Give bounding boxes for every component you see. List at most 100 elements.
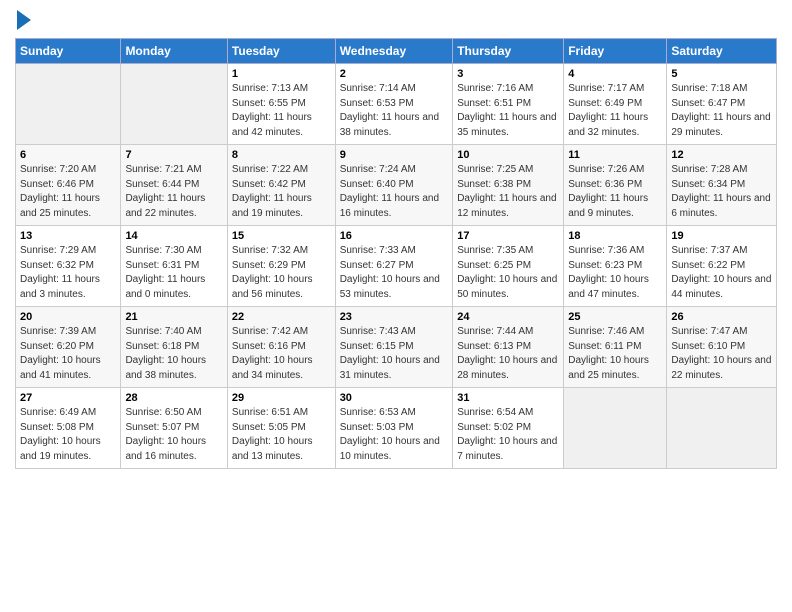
daylight-text: Daylight: 10 hours and 41 minutes.: [20, 354, 116, 383]
day-info: Sunrise: 7:18 AMSunset: 6:47 PMDaylight:…: [671, 82, 772, 140]
day-number: 3: [457, 68, 559, 80]
calendar-cell: 9Sunrise: 7:24 AMSunset: 6:40 PMDaylight…: [335, 145, 453, 226]
sunrise-text: Sunrise: 7:25 AM: [457, 163, 559, 178]
calendar-cell: 2Sunrise: 7:14 AMSunset: 6:53 PMDaylight…: [335, 64, 453, 145]
day-info: Sunrise: 7:28 AMSunset: 6:34 PMDaylight:…: [671, 163, 772, 221]
day-number: 20: [20, 311, 116, 323]
calendar-cell: 25Sunrise: 7:46 AMSunset: 6:11 PMDayligh…: [564, 307, 667, 388]
calendar-cell: 15Sunrise: 7:32 AMSunset: 6:29 PMDayligh…: [227, 226, 335, 307]
calendar-cell: 17Sunrise: 7:35 AMSunset: 6:25 PMDayligh…: [453, 226, 564, 307]
sunrise-text: Sunrise: 7:47 AM: [671, 325, 772, 340]
daylight-text: Daylight: 11 hours and 25 minutes.: [20, 192, 116, 221]
sunset-text: Sunset: 6:34 PM: [671, 178, 772, 193]
day-number: 14: [125, 230, 222, 242]
daylight-text: Daylight: 11 hours and 35 minutes.: [457, 111, 559, 140]
sunset-text: Sunset: 6:15 PM: [340, 340, 449, 355]
day-info: Sunrise: 7:35 AMSunset: 6:25 PMDaylight:…: [457, 244, 559, 302]
daylight-text: Daylight: 10 hours and 44 minutes.: [671, 273, 772, 302]
sunrise-text: Sunrise: 7:20 AM: [20, 163, 116, 178]
day-number: 15: [232, 230, 331, 242]
calendar-cell: 11Sunrise: 7:26 AMSunset: 6:36 PMDayligh…: [564, 145, 667, 226]
calendar-cell: 22 Sunrise: 7:42 AMSunset: 6:16 PMDayligh…: [227, 307, 335, 388]
sunset-text: Sunset: 5:03 PM: [340, 421, 449, 436]
day-number: 22: [232, 311, 331, 323]
sunrise-text: Sunrise: 7:18 AM: [671, 82, 772, 97]
day-info: Sunrise: 7:30 AMSunset: 6:31 PMDaylight:…: [125, 244, 222, 302]
sunrise-text: Sunrise: 7:14 AM: [340, 82, 449, 97]
day-number: 6: [20, 149, 116, 161]
sunset-text: Sunset: 6:23 PM: [568, 259, 662, 274]
sunset-text: Sunset: 6:46 PM: [20, 178, 116, 193]
day-number: 1: [232, 68, 331, 80]
calendar-cell: 28Sunrise: 6:50 AMSunset: 5:07 PMDayligh…: [121, 388, 227, 469]
calendar-cell: 5Sunrise: 7:18 AMSunset: 6:47 PMDaylight…: [667, 64, 777, 145]
sunrise-text: Sunrise: 7:44 AM: [457, 325, 559, 340]
calendar-cell: 27Sunrise: 6:49 AMSunset: 5:08 PMDayligh…: [16, 388, 121, 469]
day-number: 26: [671, 311, 772, 323]
daylight-text: Daylight: 10 hours and 38 minutes.: [125, 354, 222, 383]
sunset-text: Sunset: 6:44 PM: [125, 178, 222, 193]
day-info: Sunrise: 7:13 AMSunset: 6:55 PMDaylight:…: [232, 82, 331, 140]
sunset-text: Sunset: 6:51 PM: [457, 97, 559, 112]
day-number: 25: [568, 311, 662, 323]
daylight-text: Daylight: 10 hours and 13 minutes.: [232, 435, 331, 464]
day-number: 12: [671, 149, 772, 161]
daylight-text: Daylight: 10 hours and 28 minutes.: [457, 354, 559, 383]
calendar-cell: 4Sunrise: 7:17 AMSunset: 6:49 PMDaylight…: [564, 64, 667, 145]
daylight-text: Daylight: 10 hours and 34 minutes.: [232, 354, 331, 383]
header-day-saturday: Saturday: [667, 39, 777, 64]
calendar-cell: 30Sunrise: 6:53 AMSunset: 5:03 PMDayligh…: [335, 388, 453, 469]
daylight-text: Daylight: 11 hours and 12 minutes.: [457, 192, 559, 221]
logo: [15, 10, 31, 30]
day-number: 23: [340, 311, 449, 323]
day-number: 16: [340, 230, 449, 242]
day-number: 13: [20, 230, 116, 242]
sunrise-text: Sunrise: 7:33 AM: [340, 244, 449, 259]
calendar-cell: 29Sunrise: 6:51 AMSunset: 5:05 PMDayligh…: [227, 388, 335, 469]
sunset-text: Sunset: 5:08 PM: [20, 421, 116, 436]
sunset-text: Sunset: 6:10 PM: [671, 340, 772, 355]
sunset-text: Sunset: 6:13 PM: [457, 340, 559, 355]
calendar-cell: 21Sunrise: 7:40 AMSunset: 6:18 PMDayligh…: [121, 307, 227, 388]
day-info: Sunrise: 7:42 AMSunset: 6:16 PMDaylight:…: [232, 325, 331, 383]
sunrise-text: Sunrise: 7:24 AM: [340, 163, 449, 178]
sunset-text: Sunset: 6:18 PM: [125, 340, 222, 355]
sunrise-text: Sunrise: 6:53 AM: [340, 406, 449, 421]
day-info: Sunrise: 6:50 AMSunset: 5:07 PMDaylight:…: [125, 406, 222, 464]
sunrise-text: Sunrise: 7:26 AM: [568, 163, 662, 178]
calendar-table: SundayMondayTuesdayWednesdayThursdayFrid…: [15, 38, 777, 469]
sunrise-text: Sunrise: 6:50 AM: [125, 406, 222, 421]
calendar-cell: [667, 388, 777, 469]
day-info: Sunrise: 7:21 AMSunset: 6:44 PMDaylight:…: [125, 163, 222, 221]
calendar-cell: 8Sunrise: 7:22 AMSunset: 6:42 PMDaylight…: [227, 145, 335, 226]
daylight-text: Daylight: 10 hours and 31 minutes.: [340, 354, 449, 383]
day-info: Sunrise: 6:54 AMSunset: 5:02 PMDaylight:…: [457, 406, 559, 464]
sunrise-text: Sunrise: 7:22 AM: [232, 163, 331, 178]
sunset-text: Sunset: 6:47 PM: [671, 97, 772, 112]
calendar-cell: 14 Sunrise: 7:30 AMSunset: 6:31 PMDayligh…: [121, 226, 227, 307]
sunrise-text: Sunrise: 7:40 AM: [125, 325, 222, 340]
daylight-text: Daylight: 10 hours and 16 minutes.: [125, 435, 222, 464]
day-info: Sunrise: 7:39 AMSunset: 6:20 PMDaylight:…: [20, 325, 116, 383]
sunset-text: Sunset: 6:11 PM: [568, 340, 662, 355]
daylight-text: Daylight: 10 hours and 50 minutes.: [457, 273, 559, 302]
sunset-text: Sunset: 6:22 PM: [671, 259, 772, 274]
day-info: Sunrise: 7:20 AMSunset: 6:46 PMDaylight:…: [20, 163, 116, 221]
day-number: 19: [671, 230, 772, 242]
sunset-text: Sunset: 6:36 PM: [568, 178, 662, 193]
daylight-text: Daylight: 10 hours and 53 minutes.: [340, 273, 449, 302]
calendar-cell: 18Sunrise: 7:36 AMSunset: 6:23 PMDayligh…: [564, 226, 667, 307]
day-info: Sunrise: 7:24 AMSunset: 6:40 PMDaylight:…: [340, 163, 449, 221]
day-info: Sunrise: 7:16 AMSunset: 6:51 PMDaylight:…: [457, 82, 559, 140]
day-number: 11: [568, 149, 662, 161]
calendar-cell: 1 Sunrise: 7:13 AMSunset: 6:55 PMDaylight…: [227, 64, 335, 145]
daylight-text: Daylight: 10 hours and 10 minutes.: [340, 435, 449, 464]
week-row-1: 6Sunrise: 7:20 AMSunset: 6:46 PMDaylight…: [16, 145, 777, 226]
sunrise-text: Sunrise: 7:46 AM: [568, 325, 662, 340]
calendar-cell: 23Sunrise: 7:43 AMSunset: 6:15 PMDayligh…: [335, 307, 453, 388]
sunset-text: Sunset: 5:07 PM: [125, 421, 222, 436]
day-number: 29: [232, 392, 331, 404]
day-info: Sunrise: 7:36 AMSunset: 6:23 PMDaylight:…: [568, 244, 662, 302]
sunrise-text: Sunrise: 7:28 AM: [671, 163, 772, 178]
daylight-text: Daylight: 11 hours and 19 minutes.: [232, 192, 331, 221]
